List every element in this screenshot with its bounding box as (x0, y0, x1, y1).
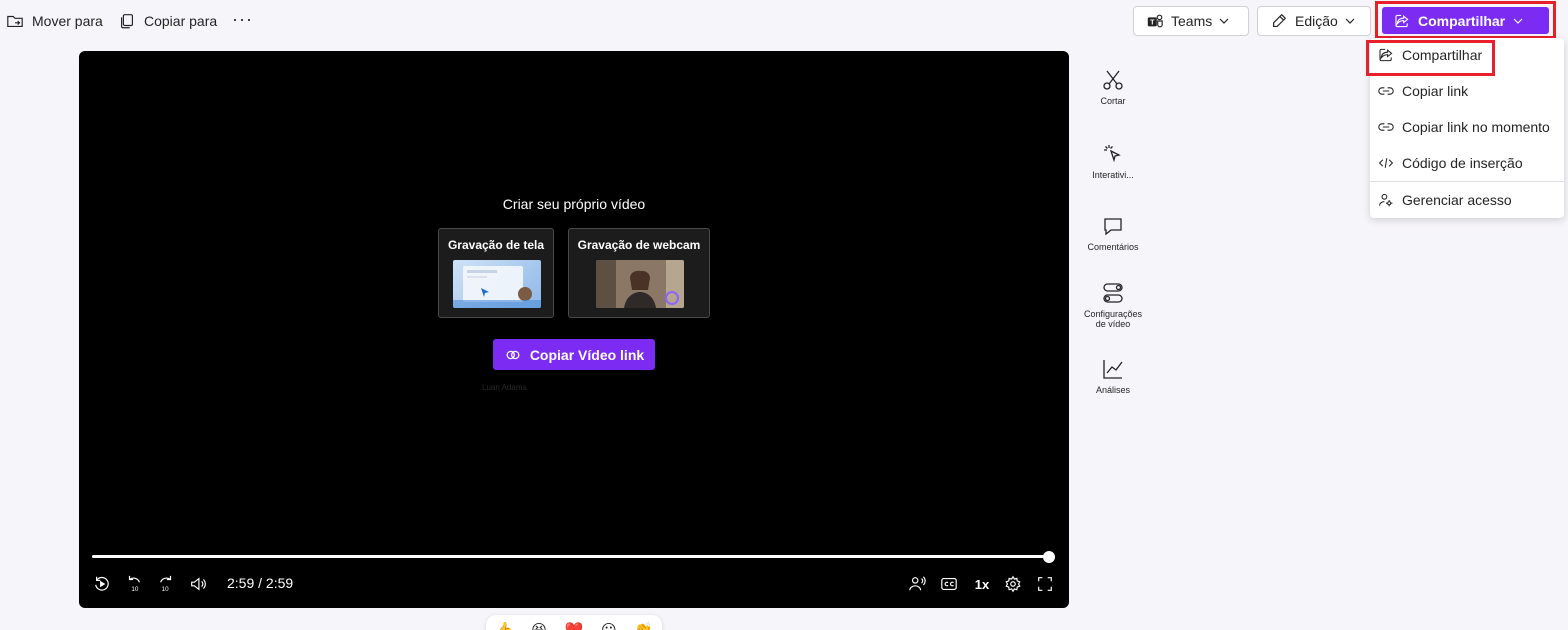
menu-item-copy-link-at-time[interactable]: Copiar link no momento (1370, 112, 1564, 142)
rail-trim-button[interactable]: Cortar (1079, 68, 1147, 106)
scissors-icon (1103, 70, 1123, 90)
menu-item-embed-code[interactable]: Código de inserção (1370, 148, 1564, 178)
forward-10-icon: 10 (160, 575, 172, 593)
progress-handle[interactable] (1043, 551, 1055, 563)
cc-icon (941, 578, 957, 590)
person-gear-icon (1379, 193, 1393, 207)
menu-divider (1370, 181, 1564, 182)
copy-to-label: Copiar para (144, 13, 218, 29)
rail-comments-button[interactable]: Comentários (1079, 214, 1147, 252)
code-icon (1378, 158, 1394, 168)
rail-label: Interativi... (1092, 170, 1134, 180)
pencil-icon (1273, 13, 1287, 27)
fullscreen-icon (1038, 577, 1052, 591)
rail-analytics-button[interactable]: Análises (1079, 357, 1147, 395)
volume-button[interactable] (189, 575, 207, 593)
video-player[interactable]: Criar seu próprio vídeo Gravação de tela… (79, 51, 1069, 608)
svg-text:T: T (1150, 18, 1155, 27)
menu-item-label: Código de inserção (1402, 155, 1523, 171)
share-button[interactable]: Compartilhar (1382, 7, 1549, 34)
share-label: Compartilhar (1418, 12, 1506, 29)
move-to-label: Mover para (32, 13, 103, 29)
fullscreen-button[interactable] (1036, 575, 1054, 593)
rail-label: Cortar (1100, 96, 1126, 106)
webcam-thumbnail-art (596, 260, 684, 308)
rail-label: Comentários (1087, 242, 1139, 252)
ghost-presenter-name: Luan Adams (482, 383, 527, 392)
folder-move-icon (7, 15, 23, 27)
play-button[interactable] (93, 575, 111, 593)
rail-label: Configurações de vídeo (1083, 309, 1143, 329)
menu-item-label: Copiar link (1402, 83, 1469, 99)
screen-recording-card[interactable]: Gravação de tela (438, 228, 554, 318)
reaction-heart[interactable]: ❤️ (565, 621, 584, 630)
menu-item-label: Gerenciar acesso (1402, 192, 1512, 208)
share-icon (1395, 14, 1409, 27)
more-icon: ··· (232, 8, 253, 29)
reactions-bar: 👍 😆 ❤️ 😮 👏 (486, 615, 662, 630)
card-title: Gravação de webcam (577, 238, 701, 252)
chevron-down-icon (1345, 18, 1355, 24)
skip-back-button[interactable]: 10 (125, 575, 143, 593)
playback-speed-button[interactable]: 1x (972, 575, 992, 593)
top-toolbar: Mover para Copiar para ··· T Teams Ediçã… (0, 0, 1568, 42)
menu-item-label: Copiar link no momento (1402, 119, 1550, 135)
copy-icon (121, 14, 133, 29)
settings-button[interactable] (1004, 575, 1022, 593)
rail-label: Análises (1095, 385, 1131, 395)
reaction-like[interactable]: 👍 (495, 621, 514, 630)
menu-item-copy-link[interactable]: Copiar link (1370, 76, 1564, 106)
svg-text:10: 10 (162, 586, 170, 593)
reaction-surprised[interactable]: 😮 (601, 621, 617, 630)
screen-thumbnail-art (453, 266, 541, 308)
edit-label: Edição (1295, 13, 1338, 29)
copy-to-button[interactable]: Copiar para (118, 8, 217, 34)
card-title: Gravação de tela (447, 238, 545, 252)
gear-icon (1005, 575, 1021, 593)
teams-icon: T (1147, 14, 1163, 28)
chevron-down-icon (1219, 18, 1229, 24)
time-display: 2:59 / 2:59 (227, 575, 294, 591)
comment-icon (1104, 218, 1122, 236)
replay-icon (95, 576, 109, 591)
share-button-highlight: Compartilhar (1375, 1, 1556, 39)
person-voice-icon (909, 576, 926, 591)
teams-button[interactable]: T Teams (1133, 6, 1249, 36)
menu-item-share[interactable]: Compartilhar (1370, 40, 1564, 70)
svg-text:10: 10 (131, 586, 139, 593)
chevron-down-icon (1513, 18, 1523, 24)
copy-video-link-button[interactable]: Copiar Vídeo link (493, 339, 655, 370)
menu-item-label: Compartilhar (1402, 47, 1483, 63)
create-video-title: Criar seu próprio vídeo (502, 196, 646, 212)
toggle-settings-icon (1103, 283, 1123, 303)
link-icon (1378, 123, 1394, 131)
webcam-recording-card[interactable]: Gravação de webcam (568, 228, 710, 318)
more-options-button[interactable]: ··· (232, 6, 253, 32)
speaker-view-button[interactable] (908, 575, 926, 593)
menu-item-manage-access[interactable]: Gerenciar acesso (1370, 185, 1564, 215)
reaction-laugh[interactable]: 😆 (531, 621, 547, 630)
progress-bar[interactable] (92, 555, 1050, 558)
share-dropdown-menu: Compartilhar Copiar link Copiar link no … (1370, 38, 1564, 218)
captions-button[interactable] (940, 575, 958, 593)
move-to-button[interactable]: Mover para (6, 8, 103, 34)
screen-recording-thumbnail (453, 260, 541, 308)
cursor-click-icon (1104, 145, 1121, 163)
edit-button[interactable]: Edição (1257, 6, 1371, 36)
link-icon (1378, 87, 1394, 95)
webcam-recording-thumbnail (596, 260, 684, 308)
rail-video-settings-button[interactable]: Configurações de vídeo (1079, 281, 1147, 329)
reaction-clap[interactable]: 👏 (634, 621, 653, 630)
rewind-10-icon: 10 (128, 575, 140, 593)
link-icon (506, 350, 520, 359)
rail-interactivity-button[interactable]: Interativi... (1079, 142, 1147, 180)
speaker-icon (191, 577, 206, 591)
teams-label: Teams (1171, 13, 1213, 29)
copy-video-link-label: Copiar Vídeo link (529, 346, 645, 363)
share-icon (1379, 48, 1393, 62)
skip-forward-button[interactable]: 10 (157, 575, 175, 593)
chart-line-icon (1103, 360, 1123, 379)
